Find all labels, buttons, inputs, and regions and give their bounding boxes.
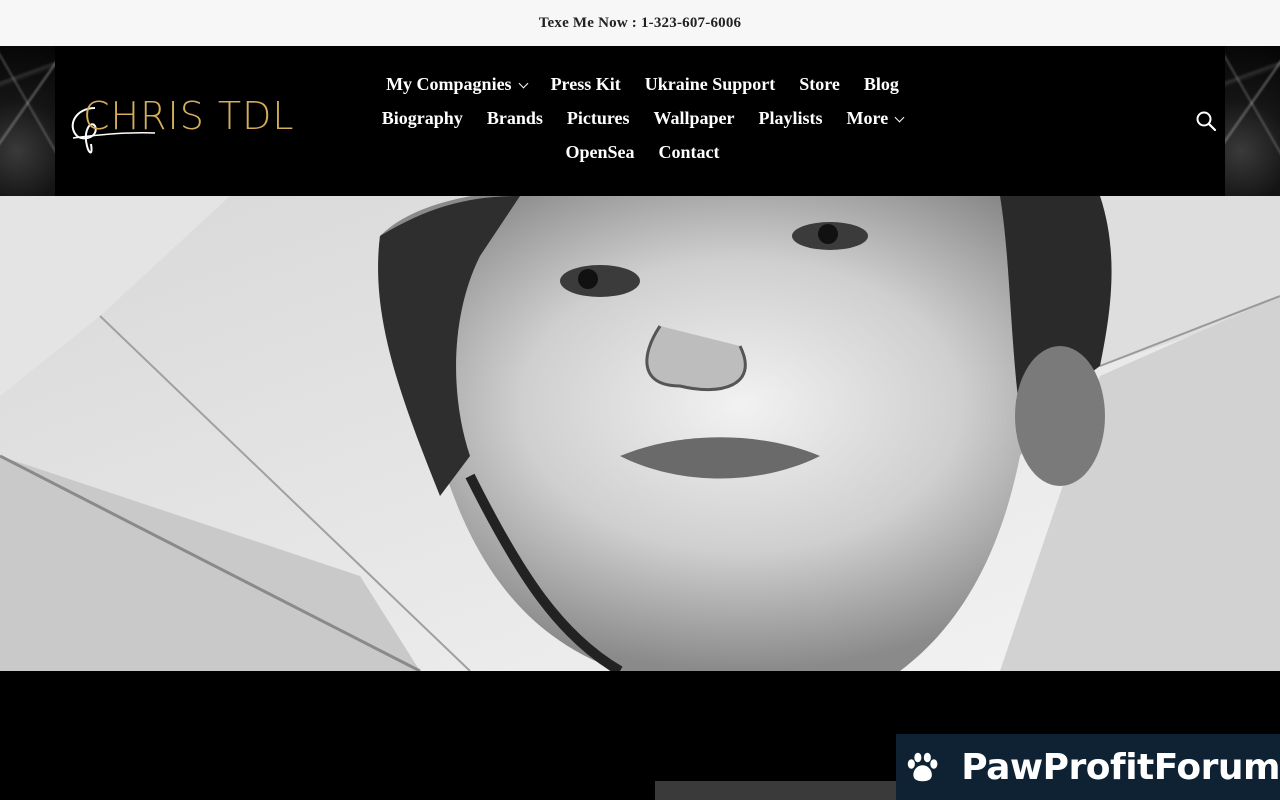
nav-item-ukraine-support[interactable]: Ukraine Support	[633, 70, 788, 99]
nav-row-2: Biography Brands Pictures Wallpaper Play…	[355, 104, 930, 133]
nav-label: More	[846, 108, 889, 128]
chevron-down-icon	[518, 78, 529, 88]
nav-item-contact[interactable]: Contact	[647, 138, 732, 167]
nav-item-store[interactable]: Store	[787, 70, 852, 99]
marble-decoration-right	[1224, 46, 1280, 196]
nav-item-more[interactable]: More	[835, 104, 916, 133]
badge-text: PawProfitForum	[961, 746, 1280, 788]
nav-row-3: OpenSea Contact	[355, 138, 930, 167]
content-thumbnail	[655, 781, 905, 800]
nav-item-pictures[interactable]: Pictures	[555, 104, 642, 133]
site-header: CHRIS TDL My Compagnies Press Kit Ukrain…	[55, 46, 1225, 196]
nav-item-brands[interactable]: Brands	[475, 104, 555, 133]
nav-item-my-compagnies[interactable]: My Compagnies	[374, 70, 539, 99]
hero-portrait-image	[0, 196, 1280, 671]
search-icon[interactable]	[1195, 110, 1217, 132]
nav-item-playlists[interactable]: Playlists	[747, 104, 835, 133]
nav-item-wallpaper[interactable]: Wallpaper	[642, 104, 747, 133]
portrait-image	[0, 196, 1280, 671]
nav-label: My Compagnies	[386, 74, 512, 94]
announcement-text: Texe Me Now : 1-323-607-6006	[538, 14, 742, 31]
nav-item-opensea[interactable]: OpenSea	[553, 138, 646, 167]
chevron-down-icon	[894, 112, 905, 122]
nav-row-1: My Compagnies Press Kit Ukraine Support …	[355, 70, 930, 99]
site-logo[interactable]: CHRIS TDL	[65, 86, 305, 166]
logo-text: CHRIS TDL	[83, 94, 295, 138]
paw-icon	[907, 752, 938, 782]
nav-item-blog[interactable]: Blog	[852, 70, 911, 99]
nav-item-press-kit[interactable]: Press Kit	[539, 70, 633, 99]
nav-item-biography[interactable]: Biography	[370, 104, 475, 133]
announcement-bar: Texe Me Now : 1-323-607-6006	[0, 0, 1280, 46]
marble-decoration-left	[0, 46, 56, 196]
main-navigation: My Compagnies Press Kit Ukraine Support …	[355, 70, 930, 167]
pawprofitforum-badge[interactable]: PawProfitForum	[896, 734, 1280, 800]
